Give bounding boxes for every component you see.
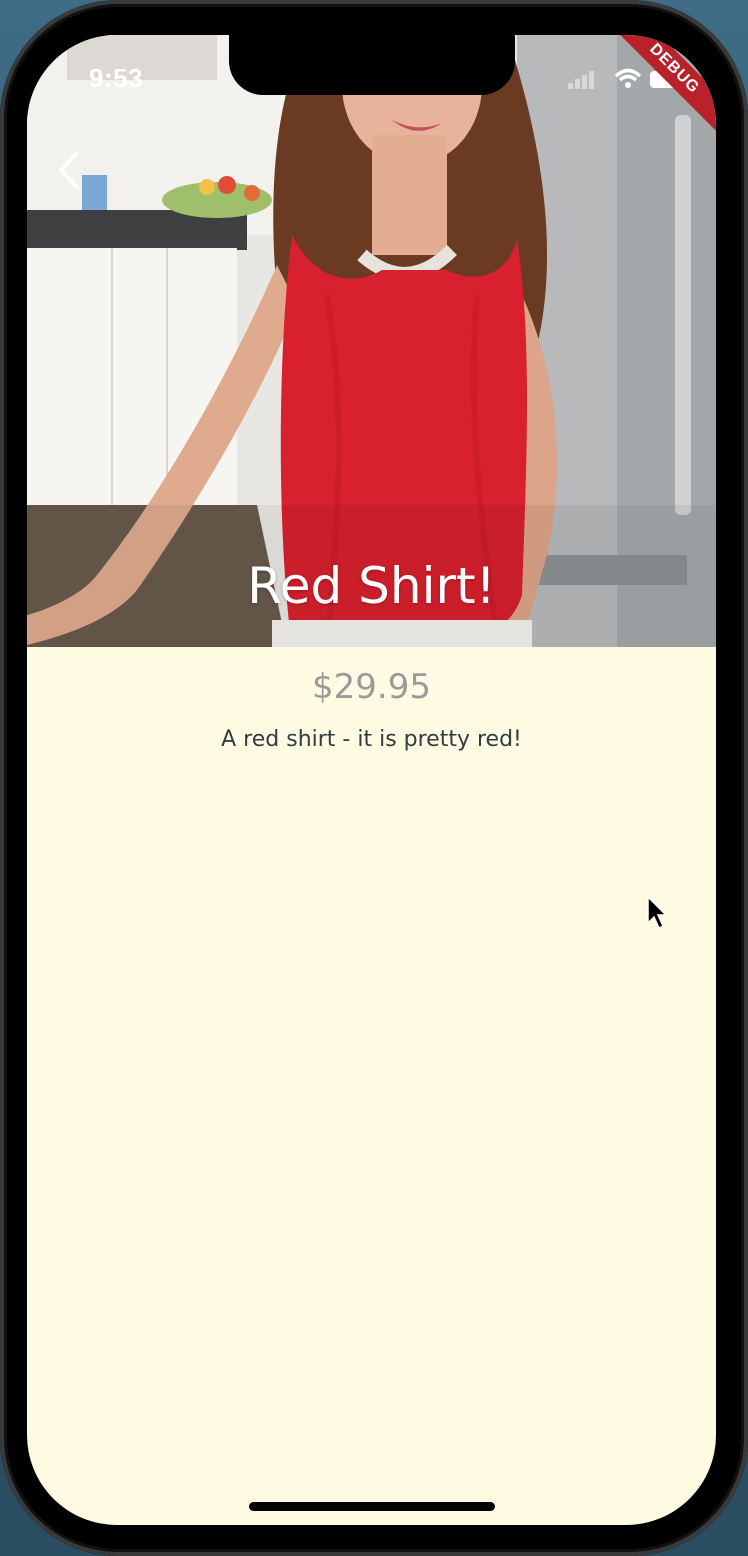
product-price: $29.95 bbox=[312, 667, 431, 707]
home-indicator[interactable] bbox=[249, 1502, 495, 1511]
phone-frame: Red Shirt! 9:53 DEBUG $29.95 A red shirt… bbox=[0, 0, 748, 1556]
mouse-pointer-icon bbox=[647, 895, 668, 930]
wifi-icon bbox=[614, 68, 642, 88]
app-screen: Red Shirt! 9:53 DEBUG $29.95 A red shirt… bbox=[27, 35, 716, 1525]
product-title: Red Shirt! bbox=[247, 557, 496, 615]
product-description: A red shirt - it is pretty red! bbox=[221, 727, 522, 752]
hero-photo bbox=[27, 35, 716, 647]
back-button[interactable] bbox=[49, 145, 89, 195]
status-time: 9:53 bbox=[89, 63, 144, 93]
chevron-left-icon bbox=[59, 151, 79, 189]
cellular-signal-icon bbox=[568, 71, 594, 89]
product-hero-image: Red Shirt! bbox=[27, 35, 716, 647]
device-notch bbox=[229, 35, 515, 95]
